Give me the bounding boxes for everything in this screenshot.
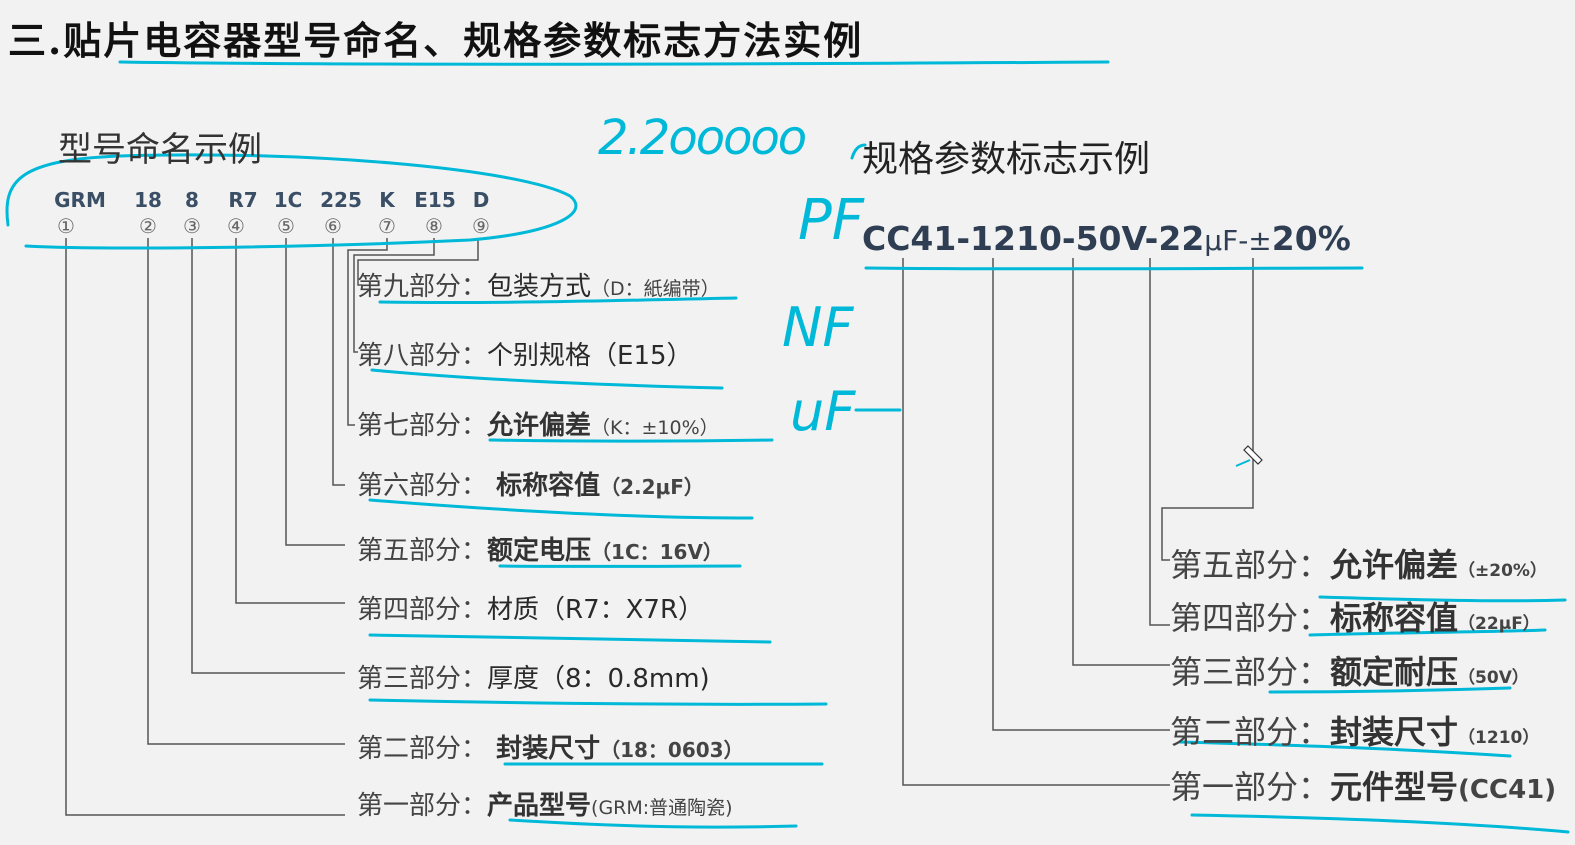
part-detail: （K：±10%）: [591, 417, 719, 439]
part-5-row: 第五部分：额定电压（1C：16V）: [357, 530, 723, 567]
handwritten-note: PF: [798, 188, 864, 253]
code-e15: E15: [414, 188, 456, 212]
part-value: 额定电压: [487, 536, 592, 566]
part-value: 标称容值: [1330, 599, 1459, 637]
part-detail: (GRM:普通陶瓷): [591, 797, 733, 819]
spec-part-3-row: 第三部分：额定耐压（50V）: [1170, 647, 1529, 693]
part-detail: （±20%）: [1458, 561, 1547, 581]
part-value: 允许偏差: [1330, 546, 1459, 584]
code-number: ④: [227, 214, 245, 238]
part-value: 封装尺寸: [1330, 713, 1459, 751]
code-r7: R7: [228, 188, 258, 212]
naming-example-heading: 型号命名示例: [58, 130, 262, 170]
part-label: 第五部分：: [1170, 546, 1331, 584]
part-value: 标称容值: [487, 471, 601, 501]
code-1c: 1C: [273, 188, 303, 212]
part-value: 产品型号: [487, 791, 592, 821]
part-detail: （22μF）: [1458, 614, 1540, 634]
part-9-row: 第九部分：包装方式（D：紙编带）: [357, 266, 720, 303]
part-label: 第四部分：: [357, 595, 488, 625]
part-label: 第七部分：: [357, 411, 488, 441]
spec-part-1-row: 第一部分：元件型号(CC41): [1170, 762, 1556, 808]
code-grm: GRM: [54, 188, 106, 212]
code-number: ⑥: [324, 214, 342, 238]
spec-part-2-row: 第二部分：封装尺寸（1210）: [1170, 707, 1539, 753]
code-number: ③: [183, 214, 201, 238]
code-225: 225: [320, 188, 362, 212]
code-number: ⑤: [277, 214, 295, 238]
part-label: 第一部分：: [357, 791, 488, 821]
part-value: 封装尺寸: [487, 734, 601, 764]
part-label: 第九部分：: [357, 272, 488, 302]
part-value: 额定耐压: [1330, 653, 1459, 691]
handwritten-note: 2.2ooooo: [598, 110, 807, 166]
handwritten-note: uF: [790, 380, 856, 443]
code-d: D: [472, 188, 490, 212]
part-detail: (CC41): [1458, 775, 1557, 805]
part-label: 第六部分：: [357, 471, 488, 501]
part-detail: （1C：16V）: [591, 540, 723, 564]
part-value: 材质（R7：X7R）: [487, 595, 705, 625]
part-label: 第三部分：: [1170, 653, 1331, 691]
code-number: ⑨: [472, 214, 490, 238]
code-k: K: [379, 188, 395, 212]
part-label: 第二部分：: [357, 734, 488, 764]
part-7-row: 第七部分：允许偏差（K：±10%）: [357, 405, 719, 442]
code-number: ①: [57, 214, 75, 238]
part-detail: （2.2μF）: [600, 475, 704, 499]
part-1-row: 第一部分：产品型号(GRM:普通陶瓷): [357, 785, 733, 822]
part-detail: （1210）: [1458, 728, 1540, 748]
pen-cursor-icon: [1235, 445, 1263, 467]
spec-marking-string: CC41-1210-50V-22μF-±20%: [862, 219, 1351, 258]
part-value: 允许偏差: [487, 411, 592, 441]
page-title: 三.贴片电容器型号命名、规格参数标志方法实例: [8, 18, 864, 63]
code-8: 8: [185, 188, 199, 212]
spec-main: CC41-1210-50V-22: [862, 219, 1205, 258]
part-3-row: 第三部分：厚度（8：0.8mm): [357, 658, 710, 695]
code-number: ②: [139, 214, 157, 238]
handwritten-note: NF: [782, 296, 854, 359]
spec-part-4-row: 第四部分：标称容值（22μF）: [1170, 593, 1540, 639]
part-6-row: 第六部分： 标称容值（2.2μF）: [357, 465, 704, 502]
part-8-row: 第八部分：个别规格（E15）: [357, 335, 693, 372]
part-label: 第五部分：: [357, 536, 488, 566]
spec-tolerance: 20%: [1271, 219, 1351, 258]
part-value: 元件型号: [1330, 768, 1459, 806]
part-label: 第三部分：: [357, 664, 488, 694]
part-4-row: 第四部分：材质（R7：X7R）: [357, 589, 704, 626]
part-label: 第八部分：: [357, 341, 488, 371]
part-2-row: 第二部分： 封装尺寸（18：0603）: [357, 728, 744, 765]
part-value: 厚度（8：0.8mm): [487, 664, 710, 694]
spec-part-5-row: 第五部分：允许偏差（±20%）: [1170, 540, 1547, 586]
spec-unit: μF-±: [1204, 224, 1272, 257]
right-connector-lines: [902, 258, 1254, 786]
part-label: 第四部分：: [1170, 599, 1331, 637]
part-value: 个别规格（E15）: [487, 341, 693, 371]
part-label: 第二部分：: [1170, 713, 1331, 751]
part-detail: （50V）: [1458, 668, 1529, 688]
code-18: 18: [134, 188, 162, 212]
code-number: ⑦: [378, 214, 396, 238]
part-detail: （18：0603）: [600, 738, 744, 762]
part-detail: （D：紙编带）: [591, 278, 720, 300]
spec-marking-heading: 规格参数标志示例: [862, 139, 1151, 180]
code-number: ⑧: [425, 214, 443, 238]
part-value: 包装方式: [487, 272, 592, 302]
part-label: 第一部分：: [1170, 768, 1331, 806]
